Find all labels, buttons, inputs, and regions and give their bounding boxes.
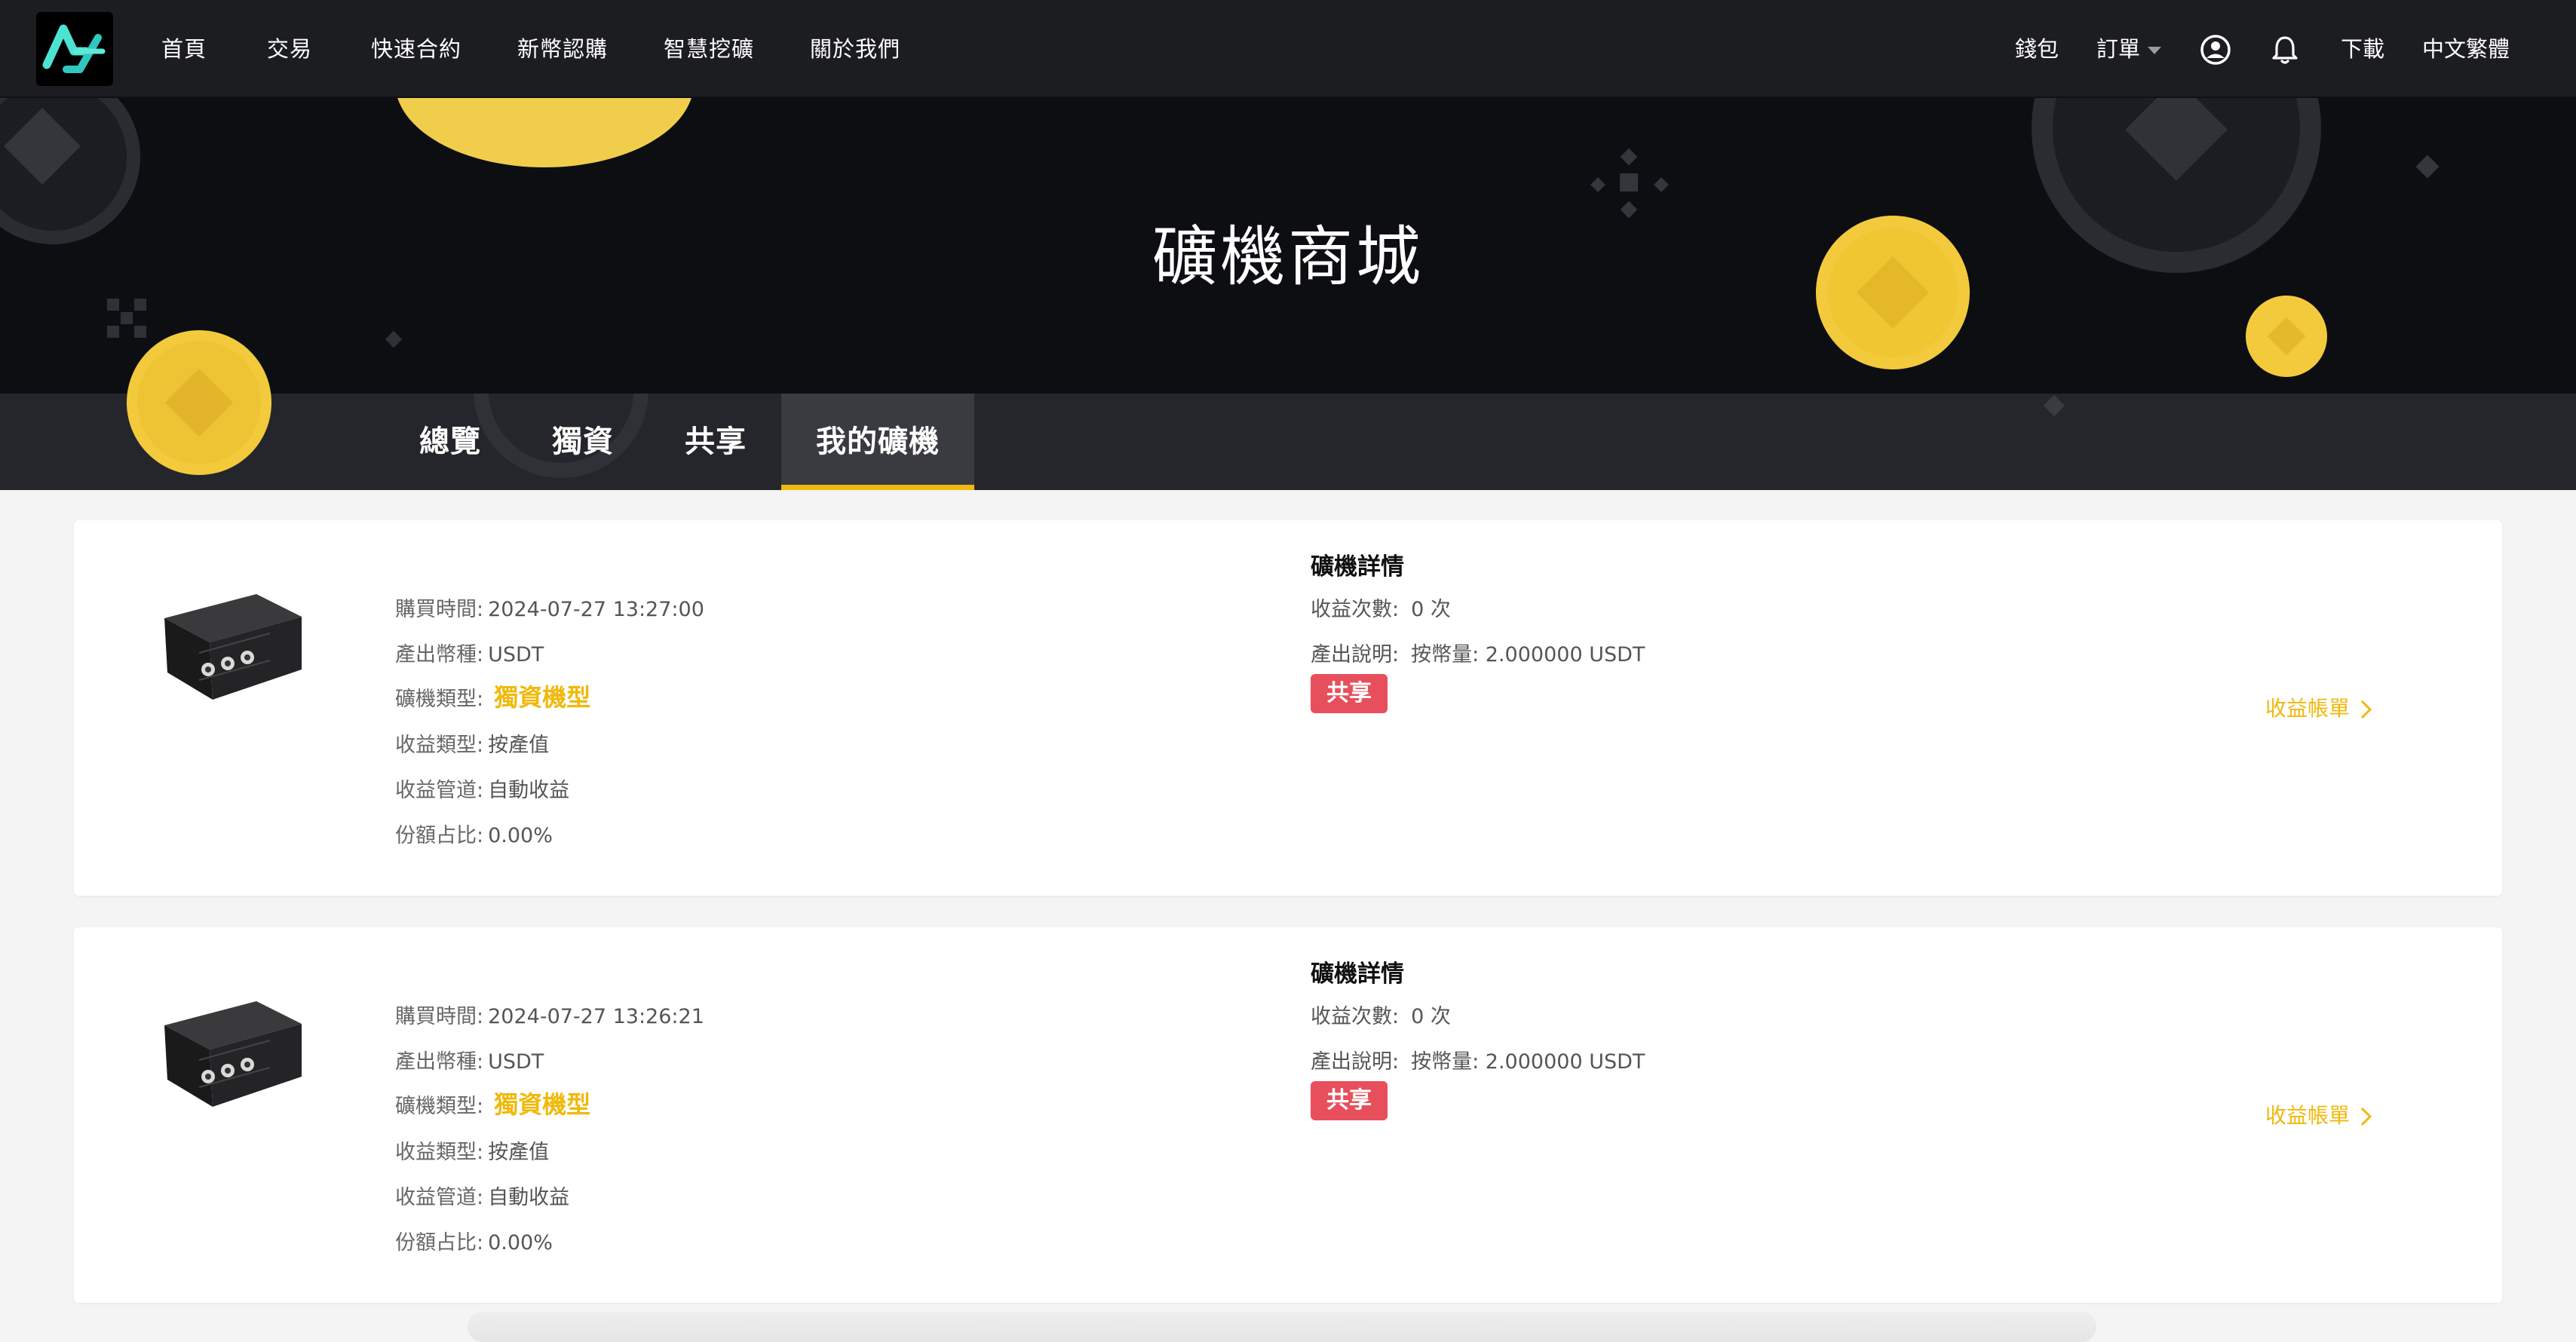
miner-detail-title: 礦機詳情 (1311, 553, 1404, 581)
purchase-time-label: 購買時間: (395, 1005, 484, 1028)
user-account-button[interactable] (2199, 33, 2232, 66)
income-channel-label: 收益管道: (395, 1186, 484, 1209)
income-channel-row: 收益管道: 自動收益 (395, 774, 569, 803)
miner-detail-title: 礦機詳情 (1311, 961, 1404, 988)
income-count-value: 0 次 (1411, 1005, 1451, 1028)
hero-banner: 礦機商城 (0, 98, 2576, 394)
mining-rig-icon (164, 1001, 302, 1107)
output-currency-value: USDT (488, 643, 544, 666)
output-desc-row: 產出說明: 按幣量: 2.000000 USDT (1311, 638, 1645, 667)
income-type-value: 按產值 (488, 734, 550, 757)
output-currency-row: 產出幣種: USDT (395, 1045, 544, 1074)
nav-orders-label: 訂單 (2096, 36, 2141, 62)
output-currency-label: 產出幣種: (395, 643, 484, 666)
earnings-statement-label: 收益帳單 (2265, 696, 2351, 721)
nav-trade[interactable]: 交易 (267, 0, 312, 98)
miner-product-image (149, 988, 315, 1116)
income-channel-value: 自動收益 (488, 779, 570, 802)
purchase-time-row: 購買時間: 2024-07-27 13:27:00 (395, 593, 704, 622)
miner-order-card: 購買時間: 2024-07-27 13:26:21 產出幣種: USDT 礦機類型:… (74, 927, 2502, 1303)
purchase-time-row: 購買時間: 2024-07-27 13:26:21 (395, 1000, 704, 1029)
miner-type-value: 獨資機型 (494, 1090, 591, 1119)
top-navbar: 首頁 交易 快速合約 新幣認購 智慧挖礦 關於我們 錢包 訂單 下載 中文繁體 (0, 0, 2576, 98)
output-desc-value: 按幣量: 2.000000 USDT (1411, 1050, 1645, 1074)
income-type-value: 按產值 (488, 1141, 550, 1164)
income-type-label: 收益類型: (395, 1141, 484, 1164)
miner-type-value: 獨資機型 (494, 683, 591, 712)
share-ratio-value: 0.00% (488, 1231, 553, 1255)
nav-smart-mining[interactable]: 智慧挖礦 (664, 0, 754, 98)
caret-down-icon (2148, 47, 2162, 54)
output-currency-row: 產出幣種: USDT (395, 638, 544, 667)
miner-product-image (149, 581, 315, 709)
income-channel-value: 自動收益 (488, 1186, 570, 1209)
nav-new-coin-subscription[interactable]: 新幣認購 (517, 0, 608, 98)
output-currency-label: 產出幣種: (395, 1050, 484, 1074)
share-ratio-value: 0.00% (488, 824, 553, 847)
nav-about-us[interactable]: 關於我們 (810, 0, 900, 98)
miner-type-label: 礦機類型: (395, 688, 484, 711)
brand-logo[interactable] (36, 12, 113, 86)
miner-type-label: 礦機類型: (395, 1095, 484, 1118)
tab-bar-decoration (474, 394, 2065, 478)
output-desc-label: 產出說明: (1311, 1050, 1400, 1074)
income-count-label: 收益次數: (1311, 598, 1400, 621)
scroll-shadow (468, 1312, 2096, 1342)
share-ratio-row: 份額占比: 0.00% (395, 1226, 553, 1255)
share-ratio-label: 份額占比: (395, 824, 484, 847)
output-currency-value: USDT (488, 1050, 544, 1074)
income-count-row: 收益次數: 0 次 (1311, 593, 1451, 622)
share-ratio-label: 份額占比: (395, 1231, 484, 1255)
shared-status-badge: 共享 (1311, 1081, 1388, 1120)
income-type-label: 收益類型: (395, 734, 484, 757)
income-channel-label: 收益管道: (395, 779, 484, 802)
output-desc-label: 產出說明: (1311, 643, 1400, 666)
earnings-statement-link[interactable]: 收益帳單 (2265, 1099, 2375, 1129)
miner-type-row: 礦機類型: 獨資機型 (395, 1086, 590, 1120)
share-ratio-row: 份額占比: 0.00% (395, 819, 553, 848)
notifications-button[interactable] (2268, 33, 2302, 66)
page-title: 礦機商城 (1152, 219, 1424, 295)
tab-my-miners[interactable]: 我的礦機 (781, 394, 974, 490)
miner-type-row: 礦機類型: 獨資機型 (395, 679, 590, 713)
nav-quick-contract[interactable]: 快速合約 (371, 0, 462, 98)
income-count-row: 收益次數: 0 次 (1311, 1000, 1451, 1029)
tab-overview[interactable]: 總覽 (400, 394, 501, 490)
language-selector[interactable]: 中文繁體 (2422, 0, 2510, 98)
income-channel-row: 收益管道: 自動收益 (395, 1181, 569, 1210)
tab-bar: 總覽 獨資 共享 我的礦機 (0, 394, 2576, 490)
tab-sole-ownership[interactable]: 獨資 (532, 394, 633, 490)
shared-status-badge: 共享 (1311, 674, 1388, 713)
income-type-row: 收益類型: 按產值 (395, 1135, 549, 1165)
logo-icon (42, 24, 106, 73)
chevron-right-icon (2356, 1105, 2375, 1128)
bell-icon (2272, 36, 2298, 64)
mining-rig-icon (164, 594, 302, 700)
output-desc-value: 按幣量: 2.000000 USDT (1411, 643, 1645, 666)
income-count-value: 0 次 (1411, 598, 1451, 621)
purchase-time-value: 2024-07-27 13:26:21 (488, 1005, 704, 1028)
income-type-row: 收益類型: 按產值 (395, 728, 549, 758)
chevron-right-icon (2356, 698, 2375, 721)
tab-shared[interactable]: 共享 (665, 394, 766, 490)
nav-wallet[interactable]: 錢包 (2015, 0, 2059, 98)
nav-orders-dropdown[interactable]: 訂單 (2096, 0, 2162, 98)
income-count-label: 收益次數: (1311, 1005, 1400, 1028)
miner-order-card: 購買時間: 2024-07-27 13:27:00 產出幣種: USDT 礦機類型:… (74, 520, 2502, 896)
earnings-statement-label: 收益帳單 (2265, 1103, 2351, 1128)
output-desc-row: 產出說明: 按幣量: 2.000000 USDT (1311, 1045, 1645, 1074)
purchase-time-label: 購買時間: (395, 598, 484, 621)
user-circle-icon (2200, 35, 2231, 65)
earnings-statement-link[interactable]: 收益帳單 (2265, 692, 2375, 722)
nav-download[interactable]: 下載 (2341, 0, 2384, 98)
purchase-time-value: 2024-07-27 13:27:00 (488, 598, 704, 621)
nav-home[interactable]: 首頁 (161, 0, 207, 98)
